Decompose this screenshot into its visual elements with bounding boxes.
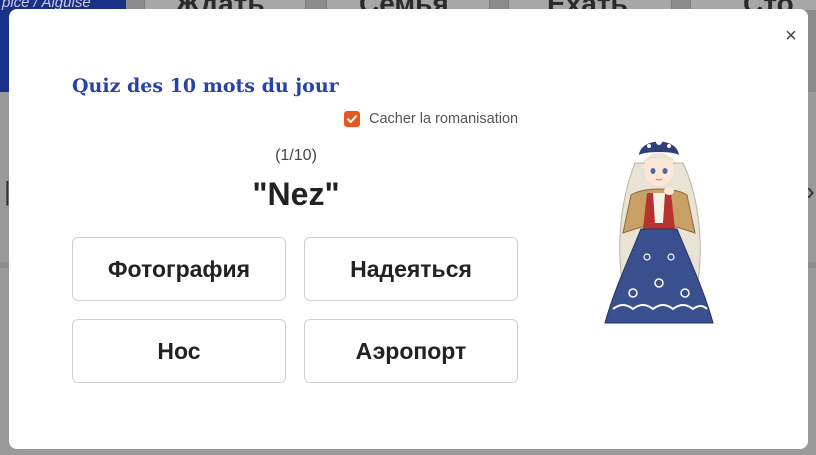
quiz-modal: × Quiz des 10 mots du jour Cacher la rom… [9, 9, 808, 449]
answer-option[interactable]: Надеяться [304, 237, 518, 301]
checkbox-checked-icon[interactable] [344, 111, 360, 127]
answer-option[interactable]: Аэропорт [304, 319, 518, 383]
quiz-title: Quiz des 10 mots du jour [72, 75, 339, 97]
quiz-prompt-word: "Nez" [252, 176, 340, 212]
close-icon[interactable]: × [782, 25, 800, 47]
hide-romanization-label: Cacher la romanisation [369, 111, 519, 127]
answer-option[interactable]: Фотография [72, 237, 286, 301]
quiz-progress: (1/10) [275, 147, 317, 164]
hide-romanization-toggle[interactable]: Cacher la romanisation [344, 110, 518, 128]
mascot-character-image [604, 139, 714, 324]
answer-option[interactable]: Нос [72, 319, 286, 383]
